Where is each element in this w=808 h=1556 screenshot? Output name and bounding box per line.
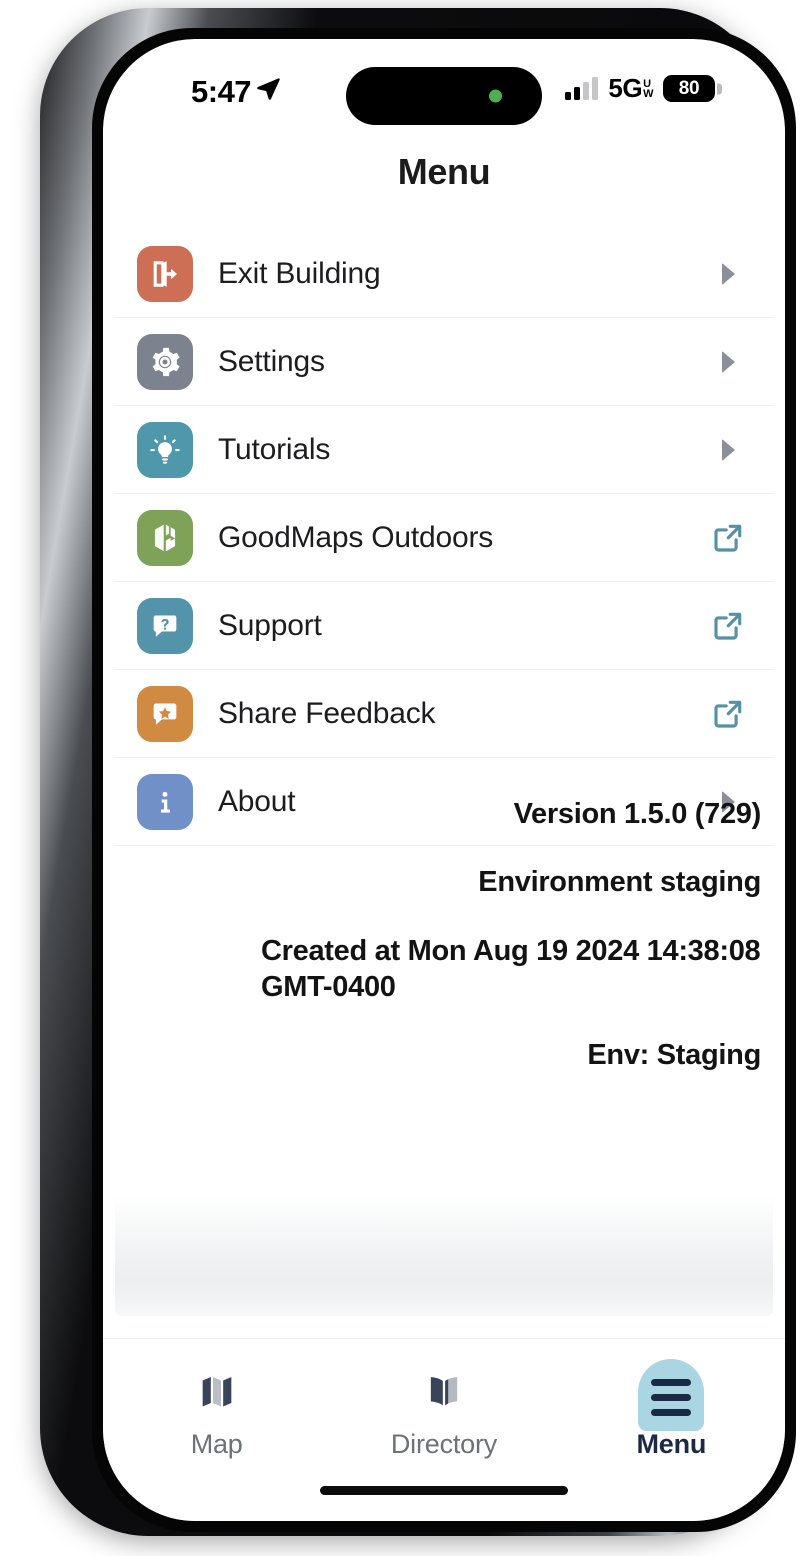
external-link-icon xyxy=(705,603,751,649)
menu-item-label: Support xyxy=(218,608,322,642)
menu-item-support[interactable]: Support xyxy=(115,582,773,670)
external-link-icon xyxy=(705,691,751,737)
lightbulb-icon xyxy=(137,421,193,478)
menu-item-label: Share Feedback xyxy=(218,696,436,730)
menu-item-label: GoodMaps Outdoors xyxy=(218,520,494,554)
tab-label: Menu xyxy=(636,1429,707,1459)
battery-shoulder xyxy=(703,75,716,102)
star-bubble-icon xyxy=(137,685,193,742)
dynamic-island xyxy=(346,67,542,125)
external-link-icon xyxy=(705,515,751,561)
menu-list: Exit Building Settings Tutorials GoodMap… xyxy=(115,230,773,846)
phone-screen: 5:47 5G U W 80 Menu Exit Building Settin… xyxy=(103,39,785,1521)
book-icon xyxy=(407,1361,481,1423)
status-time-group: 5:47 xyxy=(191,73,281,111)
map-icon xyxy=(180,1361,254,1423)
page-title: Menu xyxy=(397,151,491,192)
build-info: Version 1.5.0 (729) Environment staging … xyxy=(115,774,773,1073)
network-type-label: 5G U W xyxy=(608,73,653,104)
battery-cap xyxy=(717,83,722,94)
hamburger-icon xyxy=(634,1359,708,1431)
menu-item-tutorials[interactable]: Tutorials xyxy=(115,406,773,494)
phone-frame: 5:47 5G U W 80 Menu Exit Building Settin… xyxy=(40,8,796,1536)
network-band-top: U xyxy=(643,77,651,90)
menu-item-label: Settings xyxy=(218,344,325,378)
network-type-text: 5G xyxy=(608,73,643,103)
menu-item-label: Exit Building xyxy=(218,256,381,290)
exit-door-icon xyxy=(137,245,193,302)
created-at-label: Created at Mon Aug 19 2024 14:38:08 GMT-… xyxy=(261,934,761,1003)
cellular-signal-icon xyxy=(565,76,599,100)
disclosure-triangle-icon xyxy=(705,251,751,297)
battery-level-label: 80 xyxy=(678,77,700,99)
status-indicators: 5G U W 80 xyxy=(565,73,722,104)
gear-icon xyxy=(137,333,193,390)
tab-menu[interactable]: Menu xyxy=(558,1339,785,1521)
location-arrow-icon xyxy=(255,75,281,106)
tab-label: Directory xyxy=(390,1429,498,1459)
disclosure-triangle-icon xyxy=(705,427,751,473)
version-label: Version 1.5.0 (729) xyxy=(513,798,762,830)
camera-indicator-dot xyxy=(489,89,502,103)
disclosure-triangle-icon xyxy=(705,339,751,385)
env-short-label: Env: Staging xyxy=(587,1039,761,1071)
tab-label: Map xyxy=(190,1429,243,1459)
status-time: 5:47 xyxy=(191,74,252,109)
menu-item-settings[interactable]: Settings xyxy=(115,318,773,406)
status-bar: 5:47 5G U W 80 xyxy=(103,65,785,129)
tab-map[interactable]: Map xyxy=(103,1339,330,1521)
network-band-label: U W xyxy=(643,77,653,100)
menu-item-exit-building[interactable]: Exit Building xyxy=(115,230,773,318)
menu-item-share-feedback[interactable]: Share Feedback xyxy=(115,670,773,758)
home-indicator[interactable] xyxy=(320,1486,568,1495)
question-bubble-icon xyxy=(137,597,193,654)
placeholder-card xyxy=(115,1194,773,1316)
hamburger-bars xyxy=(651,1378,692,1416)
goodmaps-logo-icon xyxy=(137,509,193,566)
environment-label: Environment staging xyxy=(478,866,761,899)
network-band-bottom: W xyxy=(643,87,653,100)
menu-item-label: Tutorials xyxy=(218,432,331,466)
menu-item-goodmaps-outdoors[interactable]: GoodMaps Outdoors xyxy=(115,494,773,582)
active-tab-indicator xyxy=(638,1359,705,1431)
battery-icon: 80 xyxy=(663,75,722,102)
